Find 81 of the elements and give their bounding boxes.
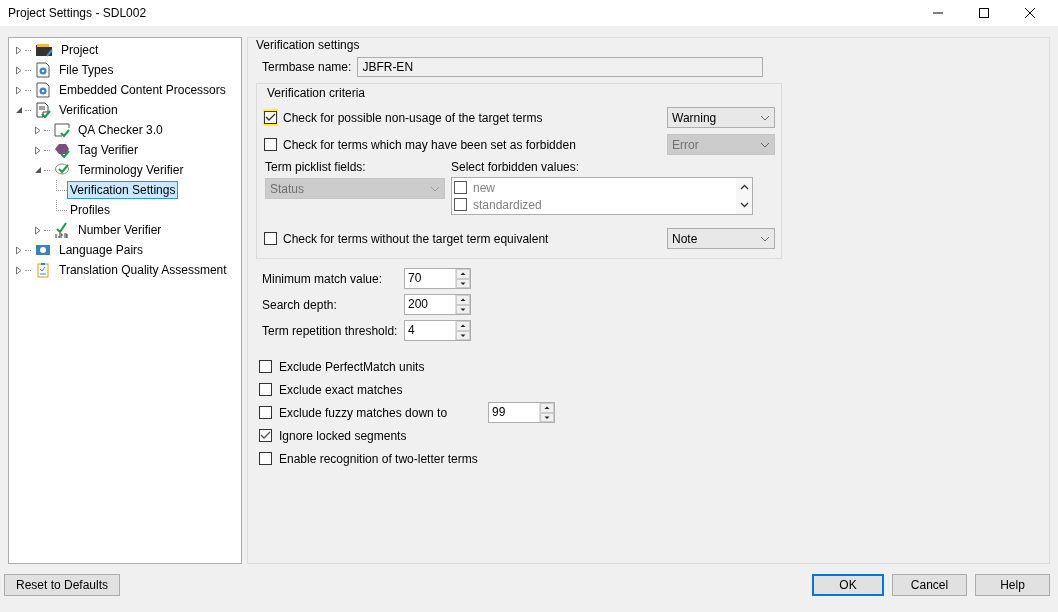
- checkbox[interactable]: [259, 360, 272, 373]
- checkbox-label: Enable recognition of two-letter terms: [279, 451, 479, 466]
- expand-arrow-icon[interactable]: [15, 65, 23, 75]
- tree-item[interactable]: Embedded Content Processors: [56, 81, 229, 99]
- number-spinner[interactable]: 4: [404, 320, 471, 341]
- help-button[interactable]: Help: [975, 574, 1050, 596]
- group-title: Verification criteria: [267, 86, 367, 100]
- number-spinner[interactable]: 70: [404, 268, 471, 289]
- spin-up-icon[interactable]: [456, 269, 470, 279]
- checkbox-label: Exclude exact matches: [279, 382, 404, 397]
- folder-icon: [35, 42, 53, 58]
- ok-button[interactable]: OK: [812, 574, 884, 596]
- globe-icon: [35, 242, 51, 258]
- checkbox[interactable]: [259, 429, 272, 442]
- group-title: Verification settings: [256, 38, 361, 52]
- checkbox-label: Exclude PerfectMatch units: [279, 359, 426, 374]
- field-label: Term picklist fields:: [265, 160, 367, 174]
- tree-item[interactable]: Number Verifier: [75, 221, 165, 239]
- checkbox[interactable]: [259, 452, 272, 465]
- checked-bubble-icon: [54, 162, 70, 178]
- spin-up-icon[interactable]: [540, 403, 554, 413]
- checkbox-label: Ignore locked segments: [279, 428, 408, 443]
- checkbox-label: Check for terms which may have been set as forbidden: [283, 137, 577, 152]
- gear-document-icon: [35, 82, 51, 98]
- field-label: Search depth:: [262, 297, 338, 312]
- reset-button[interactable]: Reset to Defaults: [4, 574, 120, 596]
- tree-item[interactable]: Project: [58, 41, 102, 59]
- close-icon[interactable]: [1024, 7, 1036, 19]
- scrollbar[interactable]: [736, 178, 752, 214]
- numbers-check-icon: [54, 222, 70, 238]
- checkbox-label: Check for possible non-usage of the target terms: [283, 110, 544, 125]
- number-spinner[interactable]: 200: [404, 294, 471, 315]
- checked-document-icon: [35, 102, 51, 118]
- checkbox-label: Check for terms without the target term equivalent: [283, 231, 550, 246]
- clipboard-icon: [35, 262, 51, 278]
- expand-arrow-icon[interactable]: [34, 125, 42, 135]
- chevron-down-icon: [760, 235, 770, 242]
- gear-document-icon: [35, 62, 51, 78]
- cancel-button[interactable]: Cancel: [892, 574, 967, 596]
- tree-item[interactable]: Translation Quality Assessment: [56, 261, 230, 279]
- tree-item[interactable]: Verification: [56, 101, 121, 119]
- expand-arrow-icon[interactable]: [15, 265, 23, 275]
- tag-check-icon: [54, 142, 70, 158]
- maximize-icon[interactable]: [978, 7, 990, 19]
- expand-arrow-icon[interactable]: [15, 45, 23, 55]
- expand-arrow-icon[interactable]: [15, 85, 23, 95]
- chevron-down-icon: [760, 141, 770, 148]
- tree-item[interactable]: Language Pairs: [56, 241, 147, 259]
- tree-item[interactable]: File Types: [56, 61, 117, 79]
- chevron-down-icon: [430, 185, 440, 192]
- field-label: Termbase name:: [262, 60, 352, 74]
- expand-arrow-icon[interactable]: [15, 245, 23, 255]
- termbase-name-field[interactable]: JBFR-EN: [357, 57, 764, 77]
- number-spinner[interactable]: 99: [488, 402, 555, 423]
- field-label: Term repetition threshold:: [262, 323, 399, 338]
- expand-arrow-icon[interactable]: [34, 225, 42, 235]
- spin-up-icon[interactable]: [456, 321, 470, 331]
- checkbox-label: Exclude fuzzy matches down to: [279, 405, 449, 420]
- value-label: new: [473, 180, 495, 195]
- checkbox[interactable]: [259, 406, 272, 419]
- scroll-down-icon[interactable]: [739, 202, 749, 208]
- tree-item[interactable]: Profiles: [67, 201, 113, 219]
- severity-dropdown[interactable]: Warning: [667, 107, 775, 128]
- tree-item[interactable]: Terminology Verifier: [75, 161, 187, 179]
- expand-arrow-icon[interactable]: [15, 105, 23, 115]
- scroll-up-icon[interactable]: [739, 184, 749, 190]
- field-label: Minimum match value:: [262, 271, 384, 286]
- checkbox[interactable]: [264, 232, 277, 245]
- checkbox[interactable]: [259, 383, 272, 396]
- chevron-down-icon: [760, 114, 770, 121]
- checked-window-icon: [54, 122, 70, 138]
- tree-item[interactable]: Tag Verifier: [75, 141, 142, 159]
- expand-arrow-icon[interactable]: [34, 165, 42, 175]
- tree-item[interactable]: Verification Settings: [67, 181, 179, 199]
- expand-arrow-icon[interactable]: [34, 145, 42, 155]
- value-label: standardized: [473, 197, 542, 212]
- spin-up-icon[interactable]: [456, 295, 470, 305]
- severity-dropdown[interactable]: Note: [667, 228, 775, 249]
- field-label: Select forbidden values:: [451, 160, 581, 174]
- window-title: Project Settings - SDL002: [8, 6, 147, 20]
- tree-item[interactable]: QA Checker 3.0: [75, 121, 166, 139]
